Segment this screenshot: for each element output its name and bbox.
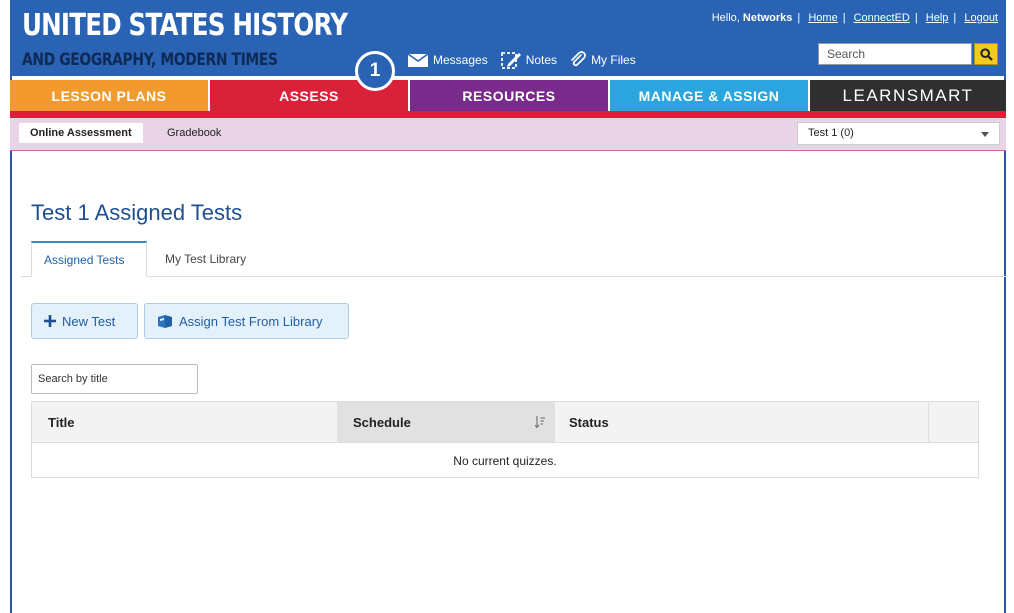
messages-label: Messages — [433, 53, 488, 67]
search-by-title-input[interactable]: Search by title — [31, 364, 198, 394]
my-files-link[interactable]: My Files — [569, 51, 636, 69]
notes-label: Notes — [525, 53, 558, 67]
search-button[interactable] — [974, 43, 998, 65]
content-tabs: Assigned Tests My Test Library — [21, 241, 1006, 277]
brand-subtitle: AND GEOGRAPHY, MODERN TIMES — [22, 50, 278, 70]
my-files-label: My Files — [591, 53, 636, 67]
assign-from-library-label: Assign Test From Library — [179, 313, 323, 329]
active-section-bar — [10, 111, 1006, 118]
home-link[interactable]: Home — [808, 12, 837, 24]
tab-my-test-library[interactable]: My Test Library — [153, 241, 258, 277]
logout-link[interactable]: Logout — [964, 12, 998, 24]
connected-link[interactable]: ConnectED — [854, 12, 910, 24]
utility-links: Hello, Networks | Home | ConnectED | Help | … — [711, 12, 998, 24]
column-header-schedule[interactable]: Schedule — [337, 402, 555, 442]
callout-marker: 1 — [355, 51, 395, 91]
nav-lesson-plans[interactable]: LESSON PLANS — [10, 80, 210, 111]
header-tools: Messages Notes My Files — [407, 50, 648, 70]
column-header-title[interactable]: Title — [32, 402, 337, 442]
subtab-gradebook[interactable]: Gradebook — [156, 123, 232, 143]
assign-from-library-button[interactable]: Assign Test From Library — [144, 303, 349, 339]
column-header-schedule-label: Schedule — [353, 414, 411, 430]
nav-resources[interactable]: RESOURCES — [410, 80, 610, 111]
brand-title[interactable]: UNITED STATES HISTORY — [22, 8, 348, 43]
plus-icon — [44, 315, 56, 327]
search-icon — [979, 47, 993, 61]
header-search-input[interactable]: Search — [818, 43, 972, 65]
main-nav: LESSON PLANS ASSESS RESOURCES MANAGE & A… — [10, 80, 1006, 111]
site-header: UNITED STATES HISTORY AND GEOGRAPHY, MOD… — [10, 0, 1006, 76]
chevron-down-icon — [981, 132, 989, 137]
column-header-status[interactable]: Status — [555, 402, 928, 442]
notes-icon — [500, 52, 521, 69]
nav-learnsmart[interactable]: LEARNSMART — [810, 80, 1006, 111]
help-link[interactable]: Help — [926, 12, 949, 24]
messages-link[interactable]: Messages — [407, 52, 488, 68]
column-header-actions — [928, 402, 978, 442]
sort-icon[interactable] — [535, 416, 545, 428]
assigned-tests-table: Title Schedule Status No current quizzes… — [31, 401, 979, 478]
nav-manage-assign[interactable]: MANAGE & ASSIGN — [610, 80, 810, 111]
page-title: Test 1 Assigned Tests — [31, 200, 243, 225]
paperclip-icon — [571, 51, 586, 67]
new-test-button[interactable]: New Test — [31, 303, 138, 339]
subtab-online-assessment[interactable]: Online Assessment — [19, 123, 143, 143]
test-select[interactable]: Test 1 (0) — [797, 122, 1000, 145]
notes-link[interactable]: Notes — [500, 50, 557, 70]
tab-assigned-tests[interactable]: Assigned Tests — [31, 241, 147, 277]
envelope-icon — [407, 52, 429, 67]
book-icon — [158, 314, 172, 328]
empty-table-message: No current quizzes. — [32, 442, 978, 478]
sub-nav: Online Assessment Gradebook Test 1 (0) — [10, 118, 1006, 151]
new-test-label: New Test — [62, 313, 116, 329]
greeting-label: Hello, — [711, 12, 740, 24]
test-select-value: Test 1 (0) — [808, 127, 854, 139]
user-name: Networks — [742, 12, 793, 24]
